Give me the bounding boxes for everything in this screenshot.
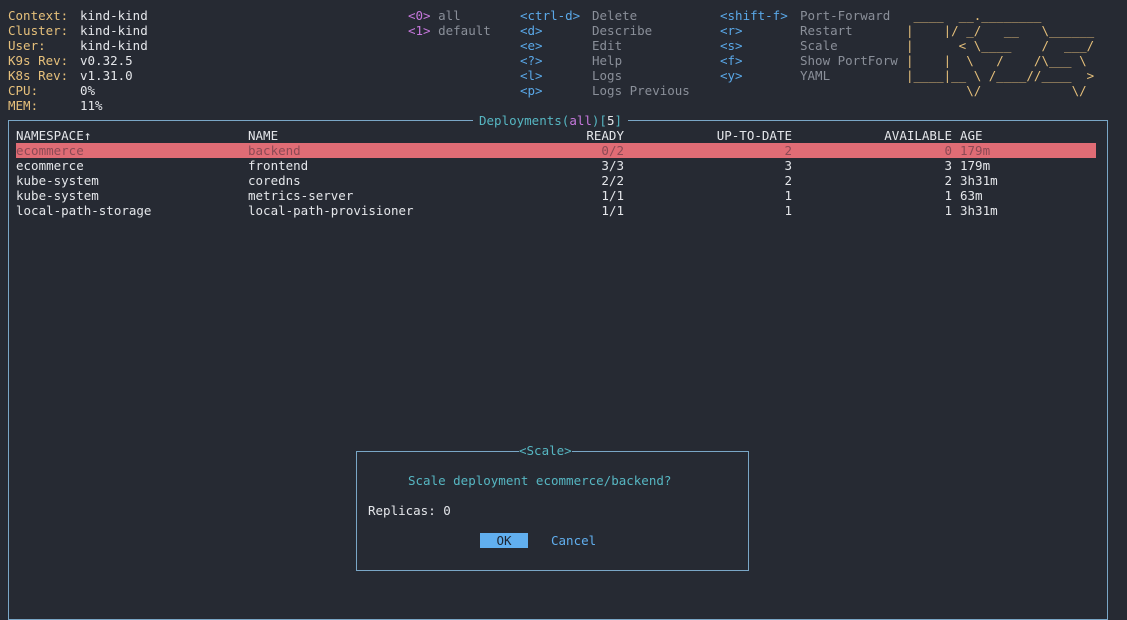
cancel-button[interactable]: Cancel [551,533,596,548]
hotkey-edit-label: Edit [592,38,623,53]
cell-ready: 1/1 [601,188,624,203]
header-ready[interactable]: READY [584,128,624,143]
replicas-field[interactable]: Replicas: 0 [368,503,451,518]
hotkey-edit[interactable]: <e> [520,38,543,53]
hotkey-logs-label: Logs [592,68,623,83]
hotkey-port-forward-label: Port-Forward [800,8,891,23]
cell-age: 63m [960,188,983,203]
table-row[interactable]: ecommerce frontend 3/3 3 3 179m [16,158,1096,173]
cell-name: frontend [248,158,309,173]
replicas-label: Replicas: [368,503,436,518]
cell-name: backend [248,143,301,158]
replicas-input[interactable]: 0 [443,503,451,518]
table-row[interactable]: kube-system metrics-server 1/1 1 1 63m [16,188,1096,203]
header-up-to-date[interactable]: UP-TO-DATE [712,128,792,143]
cell-up-to-date: 1 [784,188,792,203]
k9s-logo: ____ __.________ | |/ _/ __ \______ | < … [906,8,1095,98]
cell-namespace: kube-system [16,188,99,203]
info-k8s-rev: K8s Rev: v1.31.0 [8,68,133,83]
cell-age: 179m [960,143,991,158]
hotkey-scale-label: Scale [800,38,838,53]
hotkey-help[interactable]: <?> [520,53,543,68]
scale-dialog-title: <Scale> [519,443,572,458]
info-cpu: CPU: 0% [8,83,96,98]
hotkey-delete[interactable]: <ctrl-d> [520,8,580,23]
cell-up-to-date: 1 [784,203,792,218]
panel-title-namespace: all [569,113,592,128]
table-row[interactable]: local-path-storage local-path-provisione… [16,203,1096,218]
cell-age: 179m [960,158,991,173]
info-context: Context: kind-kind [8,8,148,23]
hotkey-describe[interactable]: <d> [520,23,543,38]
header-namespace[interactable]: NAMESPACE↑ [16,128,91,143]
info-cluster: Cluster: kind-kind [8,23,148,38]
cell-age: 3h31m [960,173,998,188]
info-k9s-rev: K9s Rev: v0.32.5 [8,53,133,68]
hotkey-port-forward[interactable]: <shift-f> [720,8,788,23]
cell-name: coredns [248,173,301,188]
info-mem: MEM: 11% [8,98,103,113]
cell-ready: 1/1 [601,203,624,218]
panel-title: Deployments(all)[5] [473,113,629,128]
cell-ready: 3/3 [601,158,624,173]
cell-ready: 2/2 [601,173,624,188]
hotkey-scale[interactable]: <s> [720,38,743,53]
table-row[interactable]: kube-system coredns 2/2 2 2 3h31m [16,173,1096,188]
hotkey-yaml[interactable]: <y> [720,68,743,83]
header-name[interactable]: NAME [248,128,278,143]
cell-namespace: kube-system [16,173,99,188]
info-user: User: kind-kind [8,38,148,53]
hotkey-delete-label: Delete [592,8,638,23]
cell-available: 2 [944,173,952,188]
hotkey-show-portforward[interactable]: <f> [720,53,743,68]
hotkey-show-portforward-label: Show PortForw [800,53,898,68]
namespace-shortcut-default[interactable]: <1> default [408,23,491,38]
cell-available: 1 [944,188,952,203]
cell-namespace: local-path-storage [16,203,152,218]
hotkey-help-label: Help [592,53,623,68]
hotkey-yaml-label: YAML [800,68,831,83]
hotkey-logs[interactable]: <l> [520,68,543,83]
cell-available: 3 [944,158,952,173]
scale-dialog-question: Scale deployment ecommerce/backend? [408,473,672,488]
hotkey-restart[interactable]: <r> [720,23,743,38]
header-available[interactable]: AVAILABLE [872,128,952,143]
cell-name: local-path-provisioner [248,203,414,218]
cell-ready: 0/2 [601,143,624,158]
cell-up-to-date: 2 [784,143,792,158]
cell-name: metrics-server [248,188,354,203]
cell-age: 3h31m [960,203,998,218]
header-age[interactable]: AGE [960,128,983,143]
cell-up-to-date: 2 [784,173,792,188]
cell-available: 1 [944,203,952,218]
cell-namespace: ecommerce [16,143,84,158]
namespace-shortcut-all[interactable]: <0> all [408,8,461,23]
ok-button[interactable]: OK [480,533,528,548]
hotkey-describe-label: Describe [592,23,653,38]
table-row-selected[interactable]: ecommerce backend 0/2 2 0 179m [16,143,1096,158]
cell-namespace: ecommerce [16,158,84,173]
cell-available: 0 [944,143,952,158]
hotkey-logs-previous[interactable]: <p> [520,83,543,98]
hotkey-logs-previous-label: Logs Previous [592,83,690,98]
cell-up-to-date: 3 [784,158,792,173]
hotkey-restart-label: Restart [800,23,853,38]
